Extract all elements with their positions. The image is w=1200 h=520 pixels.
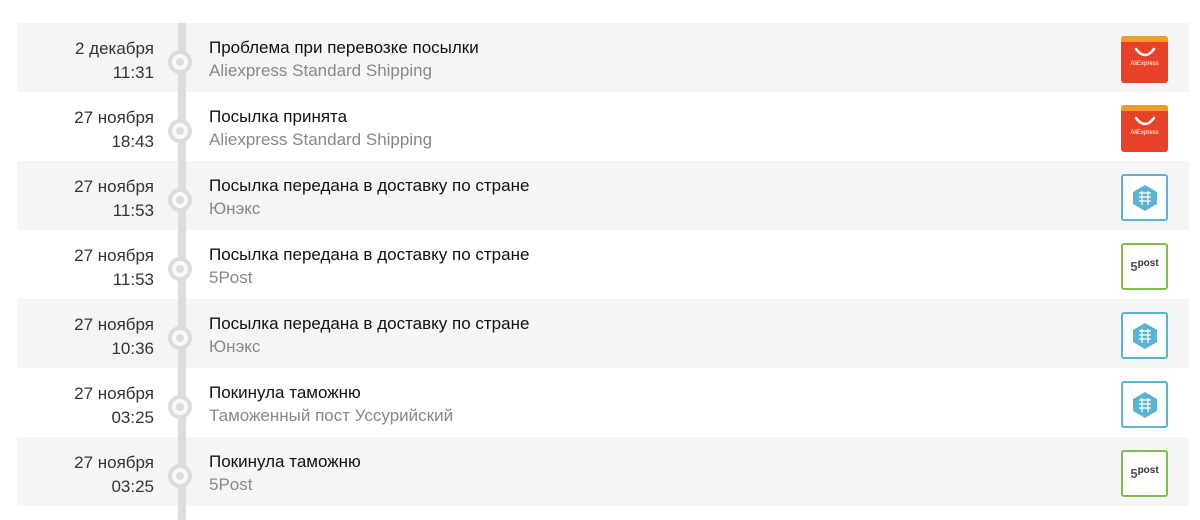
- event-time: 03:25: [111, 477, 154, 496]
- timeline-dot-icon: [168, 257, 192, 281]
- event-time: 03:25: [111, 408, 154, 427]
- event-datetime: 27 ноября 18:43: [24, 106, 154, 154]
- timeline-event: 2 декабря 11:31 Проблема при перевозке п…: [17, 23, 1189, 92]
- event-title: Посылка передана в доставку по стране: [209, 245, 530, 264]
- event-title: Посылка передана в доставку по стране: [209, 314, 530, 333]
- 5post-logo-number: 5: [1130, 259, 1138, 274]
- timeline-dot-icon: [168, 326, 192, 350]
- aliexpress-wordmark: AliExpress: [1130, 61, 1159, 67]
- event-time: 18:43: [111, 132, 154, 151]
- timeline-dot-icon: [168, 119, 192, 143]
- timeline-event: 27 ноября 03:25 Покинула таможню 5Post 5…: [17, 437, 1189, 506]
- aliexpress-logo-icon: AliExpress: [1121, 36, 1168, 83]
- timeline-dot-icon: [168, 395, 192, 419]
- event-date: 27 ноября: [74, 384, 154, 403]
- timeline-event: 27 ноября 10:36 Посылка передана в доста…: [17, 299, 1189, 368]
- unex-logo-icon: [1121, 381, 1168, 428]
- event-datetime: 27 ноября 03:25: [24, 382, 154, 430]
- event-source: Юнэкс: [209, 199, 261, 218]
- event-title: Посылка принята: [209, 107, 348, 126]
- event-title: Посылка передана в доставку по стране: [209, 176, 530, 195]
- event-source: 5Post: [209, 475, 253, 494]
- aliexpress-wordmark: AliExpress: [1130, 130, 1159, 136]
- event-time: 10:36: [111, 339, 154, 358]
- event-datetime: 27 ноября 11:53: [24, 175, 154, 223]
- event-date: 27 ноября: [74, 315, 154, 334]
- event-source: Таможенный пост Уссурийский: [209, 406, 454, 425]
- event-time: 11:53: [112, 201, 154, 220]
- event-title: Покинула таможню: [209, 383, 361, 402]
- tracking-timeline: 2 декабря 11:31 Проблема при перевозке п…: [17, 23, 1189, 520]
- timeline-event: 27 ноября 18:43 Посылка принята Aliexpre…: [17, 92, 1189, 161]
- 5post-logo-word: post: [1137, 258, 1159, 269]
- event-date: 27 ноября: [74, 108, 154, 127]
- aliexpress-logo-icon: AliExpress: [1121, 105, 1168, 152]
- event-datetime: 27 ноября 11:53: [24, 244, 154, 292]
- event-source: Aliexpress Standard Shipping: [209, 61, 433, 80]
- 5post-logo-icon: 5 post: [1121, 450, 1168, 497]
- timeline-event: 27 ноября 11:53 Посылка передана в доста…: [17, 230, 1189, 299]
- event-source: 5Post: [209, 268, 253, 287]
- timeline-dot-icon: [168, 188, 192, 212]
- event-datetime: 27 ноября 03:25: [24, 451, 154, 499]
- event-date: 27 ноября: [74, 453, 154, 472]
- timeline-dot-icon: [168, 464, 192, 488]
- 5post-logo-icon: 5 post: [1121, 243, 1168, 290]
- timeline-dot-icon: [168, 50, 192, 74]
- event-title: Покинула таможню: [209, 452, 361, 471]
- event-datetime: 27 ноября 10:36: [24, 313, 154, 361]
- unex-logo-icon: [1121, 174, 1168, 221]
- event-date: 27 ноября: [74, 177, 154, 196]
- event-time: 11:31: [112, 63, 154, 82]
- event-title: Проблема при перевозке посылки: [209, 38, 479, 57]
- 5post-logo-number: 5: [1130, 466, 1138, 481]
- event-date: 2 декабря: [74, 39, 154, 58]
- 5post-logo-word: post: [1137, 465, 1159, 476]
- event-date: 27 ноября: [74, 246, 154, 265]
- event-time: 11:53: [112, 270, 154, 289]
- unex-logo-icon: [1121, 312, 1168, 359]
- event-source: Юнэкс: [209, 337, 261, 356]
- event-source: Aliexpress Standard Shipping: [209, 130, 433, 149]
- timeline-event: 27 ноября 11:53 Посылка передана в доста…: [17, 161, 1189, 230]
- timeline-event: 27 ноября 03:25 Покинула таможню Таможен…: [17, 368, 1189, 437]
- event-datetime: 2 декабря 11:31: [24, 37, 154, 85]
